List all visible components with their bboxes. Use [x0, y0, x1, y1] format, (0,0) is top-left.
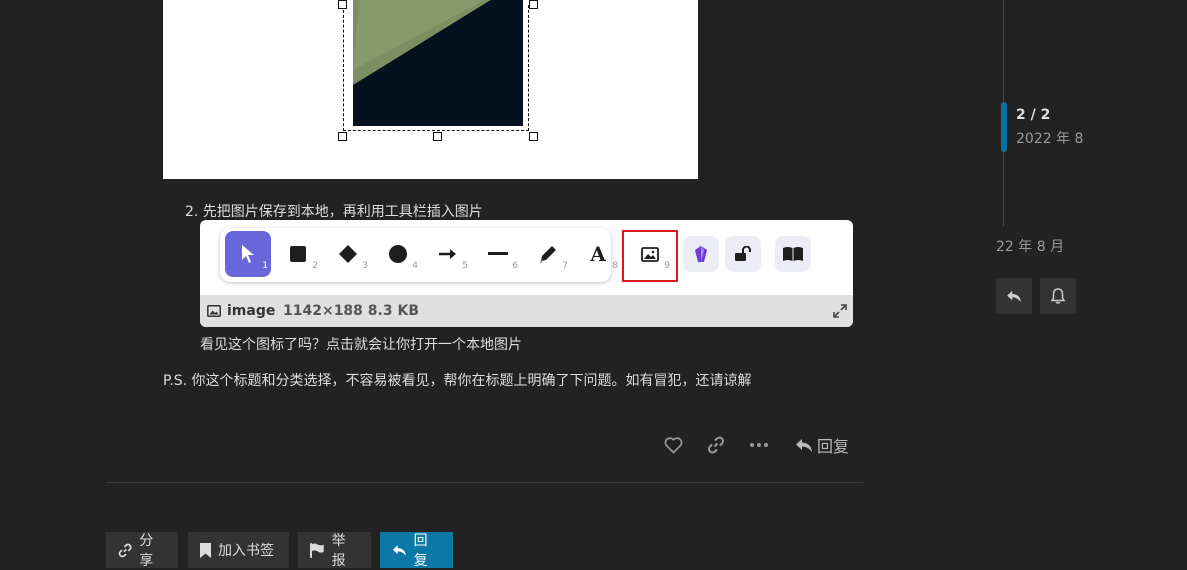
image-small-icon: [207, 305, 221, 317]
toolbar-screenshot: 1 2 3 4 5 6 7 A 8 9 image 1142×188 8.3 K…: [200, 220, 853, 327]
reply-label: 回复: [413, 533, 428, 569]
unlock-icon: [735, 246, 751, 261]
link-icon: [707, 436, 725, 454]
ellipse-icon: [389, 245, 407, 263]
selection-box: [343, 5, 529, 131]
bookmark-button[interactable]: 加入书签: [188, 532, 289, 568]
ps-text: P.S. 你这个标题和分类选择，不容易被看见，帮你在标题上明确了下问题。如有冒犯…: [163, 373, 752, 389]
heart-icon: [664, 436, 682, 453]
step-two-text: 2. 先把图片保存到本地，再利用工具栏插入图片: [185, 204, 483, 220]
image-caption-bar: image 1142×188 8.3 KB: [200, 295, 853, 327]
text-icon: A: [590, 242, 606, 266]
pointer-icon: [242, 245, 254, 263]
post-image-frame: [163, 0, 698, 179]
reply-icon: [796, 438, 812, 452]
text-tool: A 8: [590, 242, 618, 271]
share-button[interactable]: 分享: [106, 532, 178, 569]
library-tool: [683, 236, 719, 272]
hint-text: 看见这个图标了吗？点击就会让你打开一个本地图片: [200, 337, 522, 353]
expand-icon[interactable]: [833, 304, 847, 318]
bookmark-icon: [200, 542, 211, 558]
reply-post-button[interactable]: 回复: [795, 433, 849, 457]
arrow-tool: 5: [425, 231, 471, 277]
image-tool-highlight: [622, 230, 678, 282]
diamond-tool: 3: [325, 231, 371, 277]
rectangle-tool: 2: [275, 231, 321, 277]
flag-button[interactable]: 举报: [298, 532, 371, 569]
bookmark-label: 加入书签: [218, 543, 274, 559]
diamond-icon: [339, 245, 357, 263]
flag-label: 举报: [331, 533, 346, 569]
like-button[interactable]: [661, 433, 685, 457]
timeline-count: 2 / 2: [1016, 107, 1051, 123]
line-icon: [488, 252, 508, 255]
book-icon: [783, 247, 803, 261]
pencil-icon: [540, 246, 556, 263]
reply-icon: [1007, 290, 1021, 302]
reply-button[interactable]: 回复: [380, 532, 453, 569]
book-tool: [775, 236, 811, 272]
caption-meta: 1142×188 8.3 KB: [283, 303, 419, 319]
timeline-end-date[interactable]: 22 年 8 月: [996, 236, 1064, 256]
caption-filename: image: [227, 303, 276, 319]
reply-icon: [392, 544, 406, 556]
copy-link-button[interactable]: [704, 433, 728, 457]
resize-handle[interactable]: [338, 0, 347, 9]
timeline-date: 2022 年 8: [1016, 131, 1084, 147]
line-tool: 6: [475, 231, 521, 277]
resize-handle[interactable]: [433, 132, 442, 141]
pencil-tool: 7: [525, 231, 571, 277]
rectangle-icon: [290, 246, 306, 262]
share-label: 分享: [139, 533, 154, 569]
post-divider: [106, 482, 863, 483]
arrow-icon: [439, 249, 456, 259]
lock-tool: [725, 236, 761, 272]
bell-icon: [1051, 288, 1065, 304]
gem-icon: [695, 246, 707, 262]
ellipse-tool: 4: [375, 231, 421, 277]
notification-button[interactable]: [1040, 278, 1076, 314]
pointer-tool: 1: [225, 231, 271, 277]
resize-handle[interactable]: [529, 0, 538, 9]
more-button[interactable]: [747, 433, 771, 457]
resize-handle[interactable]: [529, 132, 538, 141]
link-icon: [118, 543, 132, 557]
ellipsis-icon: [750, 443, 768, 447]
reply-post-label: 回复: [817, 437, 850, 456]
flag-icon: [310, 542, 324, 558]
timeline-reply-button[interactable]: [996, 278, 1032, 314]
resize-handle[interactable]: [338, 132, 347, 141]
timeline-handle[interactable]: [1001, 102, 1007, 152]
